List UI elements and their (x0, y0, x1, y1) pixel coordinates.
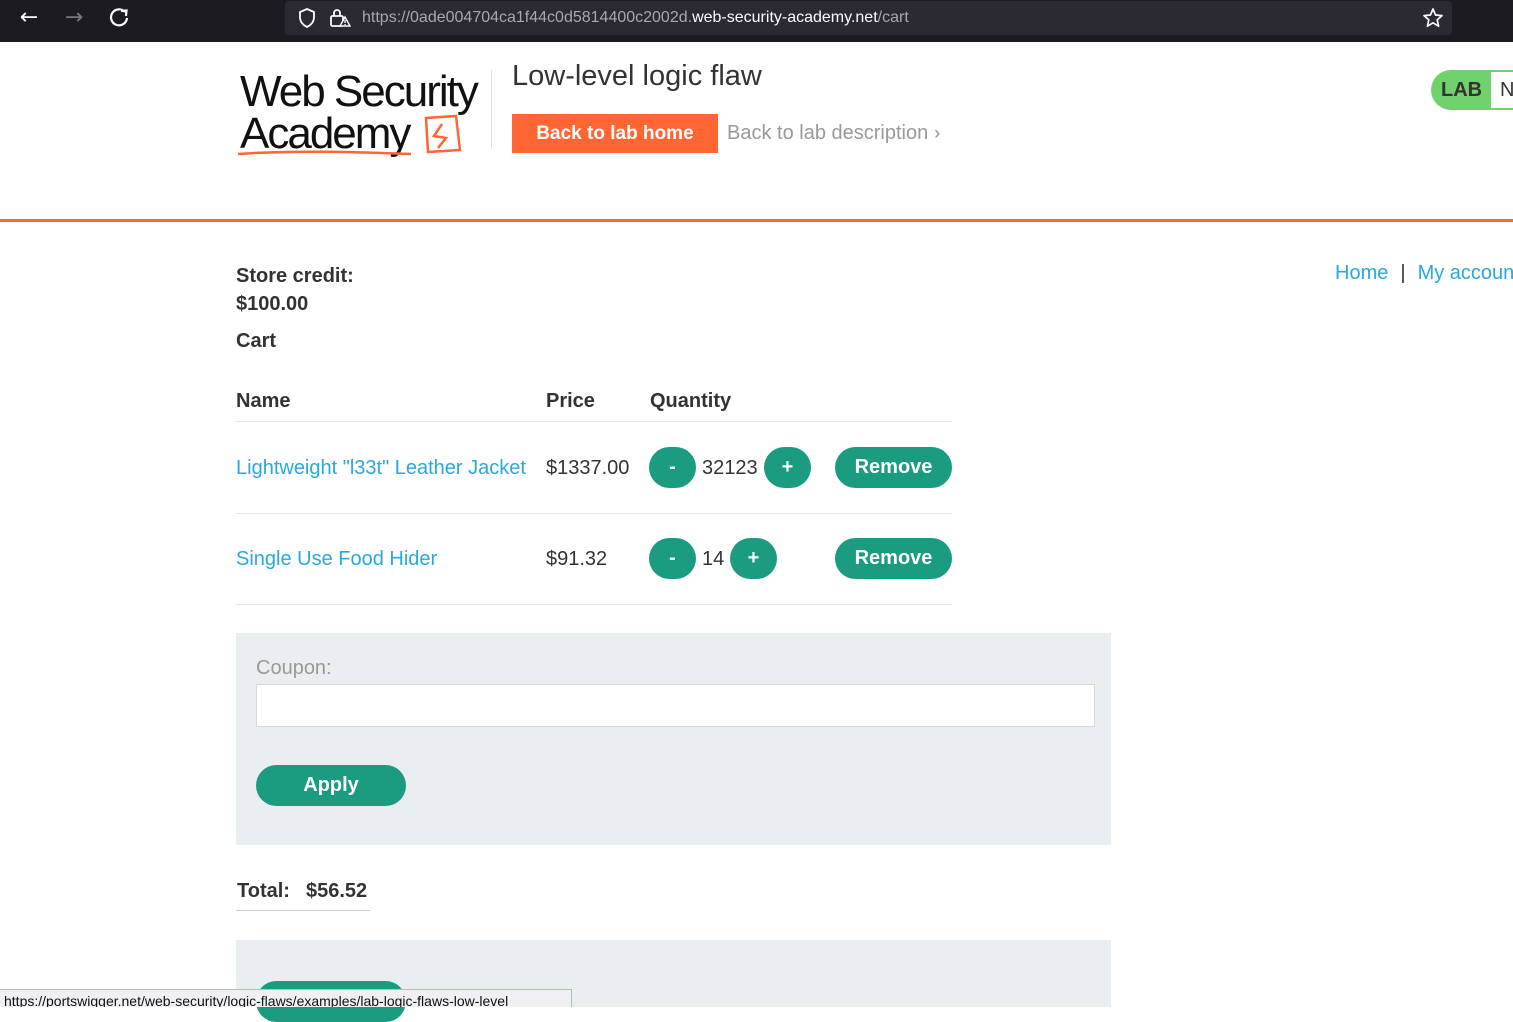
address-bar[interactable]: https://0ade004704ca1f44c0d5814400c2002d… (285, 1, 1452, 35)
cart-heading: Cart (236, 330, 277, 352)
nav-my-account-link[interactable]: My account (1418, 262, 1513, 284)
back-arrow-icon[interactable]: ← (15, 6, 43, 30)
apply-coupon-button[interactable]: Apply (256, 765, 406, 806)
product-link[interactable]: Single Use Food Hider (236, 548, 437, 570)
decrease-quantity-button[interactable]: - (649, 538, 696, 579)
column-header-name: Name (236, 390, 291, 412)
remove-item-button[interactable]: Remove (835, 538, 952, 579)
coupon-label: Coupon: (256, 657, 332, 679)
link-status-bar: https://portswigger.net/web-security/log… (0, 989, 572, 1007)
web-security-academy-logo[interactable]: Web Security Academy (236, 66, 491, 162)
back-to-lab-description-label: Back to lab description (727, 122, 929, 144)
logo-divider (491, 70, 492, 148)
store-credit-label: Store credit: (236, 265, 354, 287)
bookmark-star-icon[interactable] (1422, 7, 1444, 34)
lab-status-text: N (1500, 79, 1513, 101)
lock-warning-icon[interactable] (329, 8, 352, 33)
lab-title: Low-level logic flaw (512, 60, 762, 92)
item-price: $1337.00 (546, 457, 630, 479)
column-header-price: Price (546, 390, 595, 412)
reload-icon[interactable] (105, 6, 133, 30)
order-total: Total: $56.52 (237, 880, 367, 903)
nav-home-link[interactable]: Home (1335, 262, 1388, 284)
coupon-form (236, 633, 1111, 845)
item-quantity: 32123 (702, 457, 758, 479)
account-nav: Home | My account (1335, 262, 1513, 285)
increase-quantity-button[interactable]: + (764, 447, 811, 488)
nav-separator: | (1400, 262, 1406, 284)
remove-item-button[interactable]: Remove (835, 447, 952, 488)
table-divider (236, 421, 952, 422)
back-to-lab-home-button[interactable]: Back to lab home (512, 114, 718, 153)
item-price: $91.32 (546, 548, 608, 570)
product-link[interactable]: Lightweight "l33t" Leather Jacket (236, 457, 526, 479)
total-label: Total: (237, 880, 290, 902)
decrease-quantity-button[interactable]: - (649, 447, 696, 488)
forward-arrow-icon[interactable]: → (60, 6, 88, 30)
table-divider (236, 604, 952, 605)
item-quantity: 14 (702, 548, 725, 570)
header-divider (0, 219, 1513, 222)
table-row: Single Use Food Hider (236, 548, 437, 571)
table-divider (236, 513, 952, 514)
lab-badge-label: LAB (1441, 79, 1483, 101)
store-credit-value: $100.00 (236, 293, 309, 315)
increase-quantity-button[interactable]: + (730, 538, 777, 579)
url-text: https://0ade004704ca1f44c0d5814400c2002d… (362, 9, 909, 26)
coupon-input[interactable] (256, 684, 1095, 727)
browser-toolbar: ← → https://0ade004704ca1f44c0d5814400c2… (0, 0, 1513, 42)
column-header-quantity: Quantity (650, 390, 732, 412)
shield-icon[interactable] (297, 8, 317, 33)
back-to-lab-description-link[interactable]: Back to lab description›› (727, 122, 940, 145)
store-credit: Store credit: $100.00 (236, 262, 354, 318)
total-underline (236, 910, 370, 911)
total-value: $56.52 (305, 880, 368, 902)
lab-status-badge: LAB N (1431, 70, 1513, 110)
table-row: Lightweight "l33t" Leather Jacket (236, 457, 526, 480)
